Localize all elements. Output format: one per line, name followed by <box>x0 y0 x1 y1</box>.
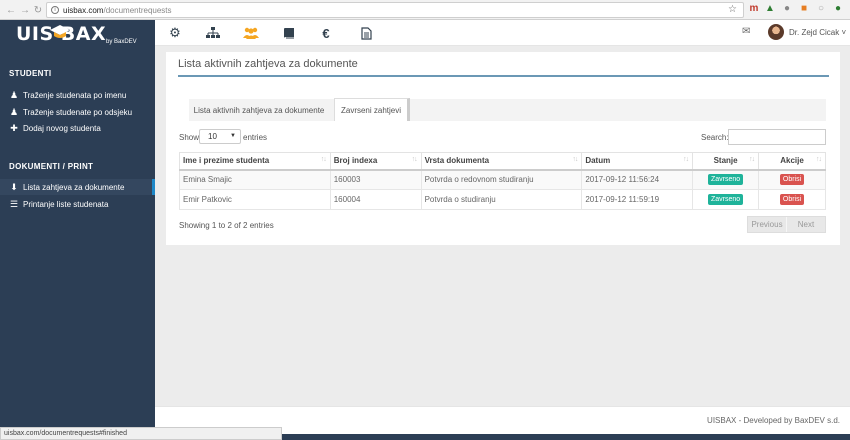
delete-button[interactable]: Obrisi <box>779 174 805 186</box>
user-menu[interactable]: Dr. Zejd Cicak ˅ <box>789 28 846 37</box>
extension-m-icon[interactable]: m <box>748 3 760 15</box>
sitemap-icon[interactable] <box>204 24 222 42</box>
cell-document: Potvrda o studiranju <box>420 189 583 210</box>
cell-date: 2017-09-12 11:56:24 <box>581 169 694 190</box>
page-title: Lista aktivnih zahtjeva za dokumente <box>178 58 358 70</box>
back-arrow-icon[interactable]: ← <box>4 3 18 17</box>
previous-button[interactable]: Previous <box>748 217 786 232</box>
table-row: Emir Patkovic 160004 Potvrda o studiranj… <box>179 189 826 210</box>
sort-icon: ↑↓ <box>320 156 327 163</box>
sidebar-item-label: Traženje studenate po odsjeku <box>23 107 133 117</box>
forward-arrow-icon[interactable]: → <box>18 3 32 17</box>
cell-name: Emir Patkovic <box>179 189 331 210</box>
show-label: Show <box>179 133 200 142</box>
column-header-document[interactable]: Vrsta dokumenta ↑↓ <box>420 152 583 171</box>
logo-byline: by BaxDEV <box>106 39 137 45</box>
footer-text: UISBAX - Developed by BaxDEV s.d. <box>707 416 840 425</box>
sidebar-item-document-requests[interactable]: ⬇ Lista zahtjeva za dokumente <box>0 179 155 195</box>
gears-icon[interactable]: ⚙ <box>166 24 184 42</box>
info-icon[interactable]: i <box>51 6 59 14</box>
url-host: uisbax.com <box>63 5 104 15</box>
sidebar-section-studenti: STUDENTI <box>9 69 52 78</box>
sidebar-section-documents: DOKUMENTI / PRINT <box>9 162 94 171</box>
caret-down-icon: ▼ <box>230 133 236 139</box>
euro-icon[interactable]: € <box>317 24 335 42</box>
status-badge: Zavrseno <box>708 174 744 186</box>
cell-status: Zavrseno <box>692 169 760 190</box>
requests-table: Ime i prezime studenta ↑↓ Broj indexa ↑↓ V… <box>179 152 826 210</box>
cell-index: 160004 <box>329 189 422 210</box>
sidebar: STUDENTI ♟ Traženje studenata po imenu ♟… <box>0 46 155 440</box>
download-icon: ⬇ <box>10 181 18 192</box>
title-divider <box>178 75 829 77</box>
brand-logo[interactable]: UIS BAX by BaxDEV <box>0 20 155 56</box>
cell-index: 160003 <box>329 169 422 190</box>
entries-label: entries <box>243 133 268 142</box>
entries-length-value: 10 <box>208 132 217 141</box>
cell-date: 2017-09-12 11:59:19 <box>581 189 694 210</box>
sort-icon: ↑↓ <box>572 156 578 163</box>
sort-icon: ↑↓ <box>411 156 418 163</box>
users-icon[interactable] <box>242 24 260 42</box>
tab-finished-requests[interactable]: Zavrseni zahtjevi <box>334 98 410 121</box>
sidebar-item-label: Printanje liste studenata <box>23 199 109 209</box>
list-icon: ☰ <box>9 198 19 209</box>
avatar[interactable] <box>768 24 784 40</box>
table-header-row: Ime i prezime studenta ↑↓ Broj indexa ↑↓ V… <box>179 152 826 171</box>
sidebar-item-search-by-name[interactable]: ♟ Traženje studenata po imenu <box>0 87 155 103</box>
sidebar-item-label: Dodaj novog studenta <box>23 123 101 133</box>
column-header-index[interactable]: Broj indexa ↑↓ <box>329 152 422 171</box>
search-label: Search: <box>701 133 729 142</box>
book-icon[interactable] <box>280 24 298 42</box>
cell-name: Emina Smajic <box>179 169 331 190</box>
bookmark-star-icon[interactable]: ☆ <box>728 4 737 15</box>
search-input[interactable] <box>728 129 826 145</box>
column-header-status[interactable]: Stanje ↑↓ <box>692 152 760 171</box>
sort-icon: ↑↓ <box>749 156 755 163</box>
entries-length-select[interactable]: 10 ▼ <box>199 129 241 144</box>
column-header-date[interactable]: Datum ↑↓ <box>581 152 694 171</box>
sidebar-item-search-by-department[interactable]: ♟ Traženje studenate po odsjeku <box>0 104 155 120</box>
app-header: UIS BAX by BaxDEV ⚙ € ✉ Dr. Zejd Cicak ˅ <box>0 20 850 56</box>
extension-square-icon[interactable]: ■ <box>798 3 810 15</box>
user-plus-icon: ✚ <box>10 122 18 133</box>
browser-status-bar: uisbax.com/documentrequests#finished <box>0 427 282 440</box>
column-header-name[interactable]: Ime i prezime studenta ↑↓ <box>179 152 331 171</box>
pagination: Previous Next <box>747 216 826 233</box>
table-row: Emina Smajic 160003 Potvrda o redovnom s… <box>179 169 826 190</box>
cell-status: Zavrseno <box>692 189 760 210</box>
url-path: /documentrequests <box>103 5 172 15</box>
address-bar[interactable]: i uisbax.com/documentrequests ☆ <box>46 2 744 18</box>
sidebar-item-label: Lista zahtjeva za dokumente <box>23 182 125 192</box>
extension-circle-icon[interactable]: ○ <box>815 3 827 15</box>
delete-button[interactable]: Obrisi <box>779 194 805 205</box>
sort-icon: ↑↓ <box>816 156 822 163</box>
extension-arrow-icon[interactable]: ● <box>781 3 793 15</box>
extension-tree-icon[interactable]: ▲ <box>764 3 776 15</box>
sidebar-item-print-list[interactable]: ☰ Printanje liste studenata <box>0 196 155 212</box>
sort-icon: ↑↓ <box>683 156 689 163</box>
sidebar-item-add-student[interactable]: ✚ Dodaj novog studenta <box>0 120 155 136</box>
main-panel: Lista aktivnih zahtjeva za dokumente Lis… <box>166 52 840 245</box>
reload-icon[interactable]: ↻ <box>31 3 45 17</box>
tab-bar: Lista aktivnih zahtjeva za dokumente Zav… <box>189 98 826 121</box>
status-badge: Zavrseno <box>708 194 744 205</box>
document-icon[interactable] <box>357 24 375 42</box>
next-button[interactable]: Next <box>786 217 825 232</box>
graduation-cap-icon <box>50 25 70 38</box>
column-header-actions[interactable]: Akcije ↑↓ <box>758 152 826 171</box>
table-info: Showing 1 to 2 of 2 entries <box>179 221 274 230</box>
sidebar-item-label: Traženje studenata po imenu <box>23 90 127 100</box>
tab-active-requests[interactable]: Lista aktivnih zahtjeva za dokumente <box>189 99 329 121</box>
browser-toolbar: ← → ↻ i uisbax.com/documentrequests ☆ m … <box>0 0 850 20</box>
extension-green-icon[interactable]: ● <box>832 3 844 15</box>
users-icon: ♟ <box>9 89 19 100</box>
users-icon: ♟ <box>9 106 19 117</box>
cell-actions: Obrisi <box>758 169 826 190</box>
cell-document: Potvrda o redovnom studiranju <box>420 169 583 190</box>
cell-actions: Obrisi <box>758 189 826 210</box>
mail-icon[interactable]: ✉ <box>742 26 750 37</box>
